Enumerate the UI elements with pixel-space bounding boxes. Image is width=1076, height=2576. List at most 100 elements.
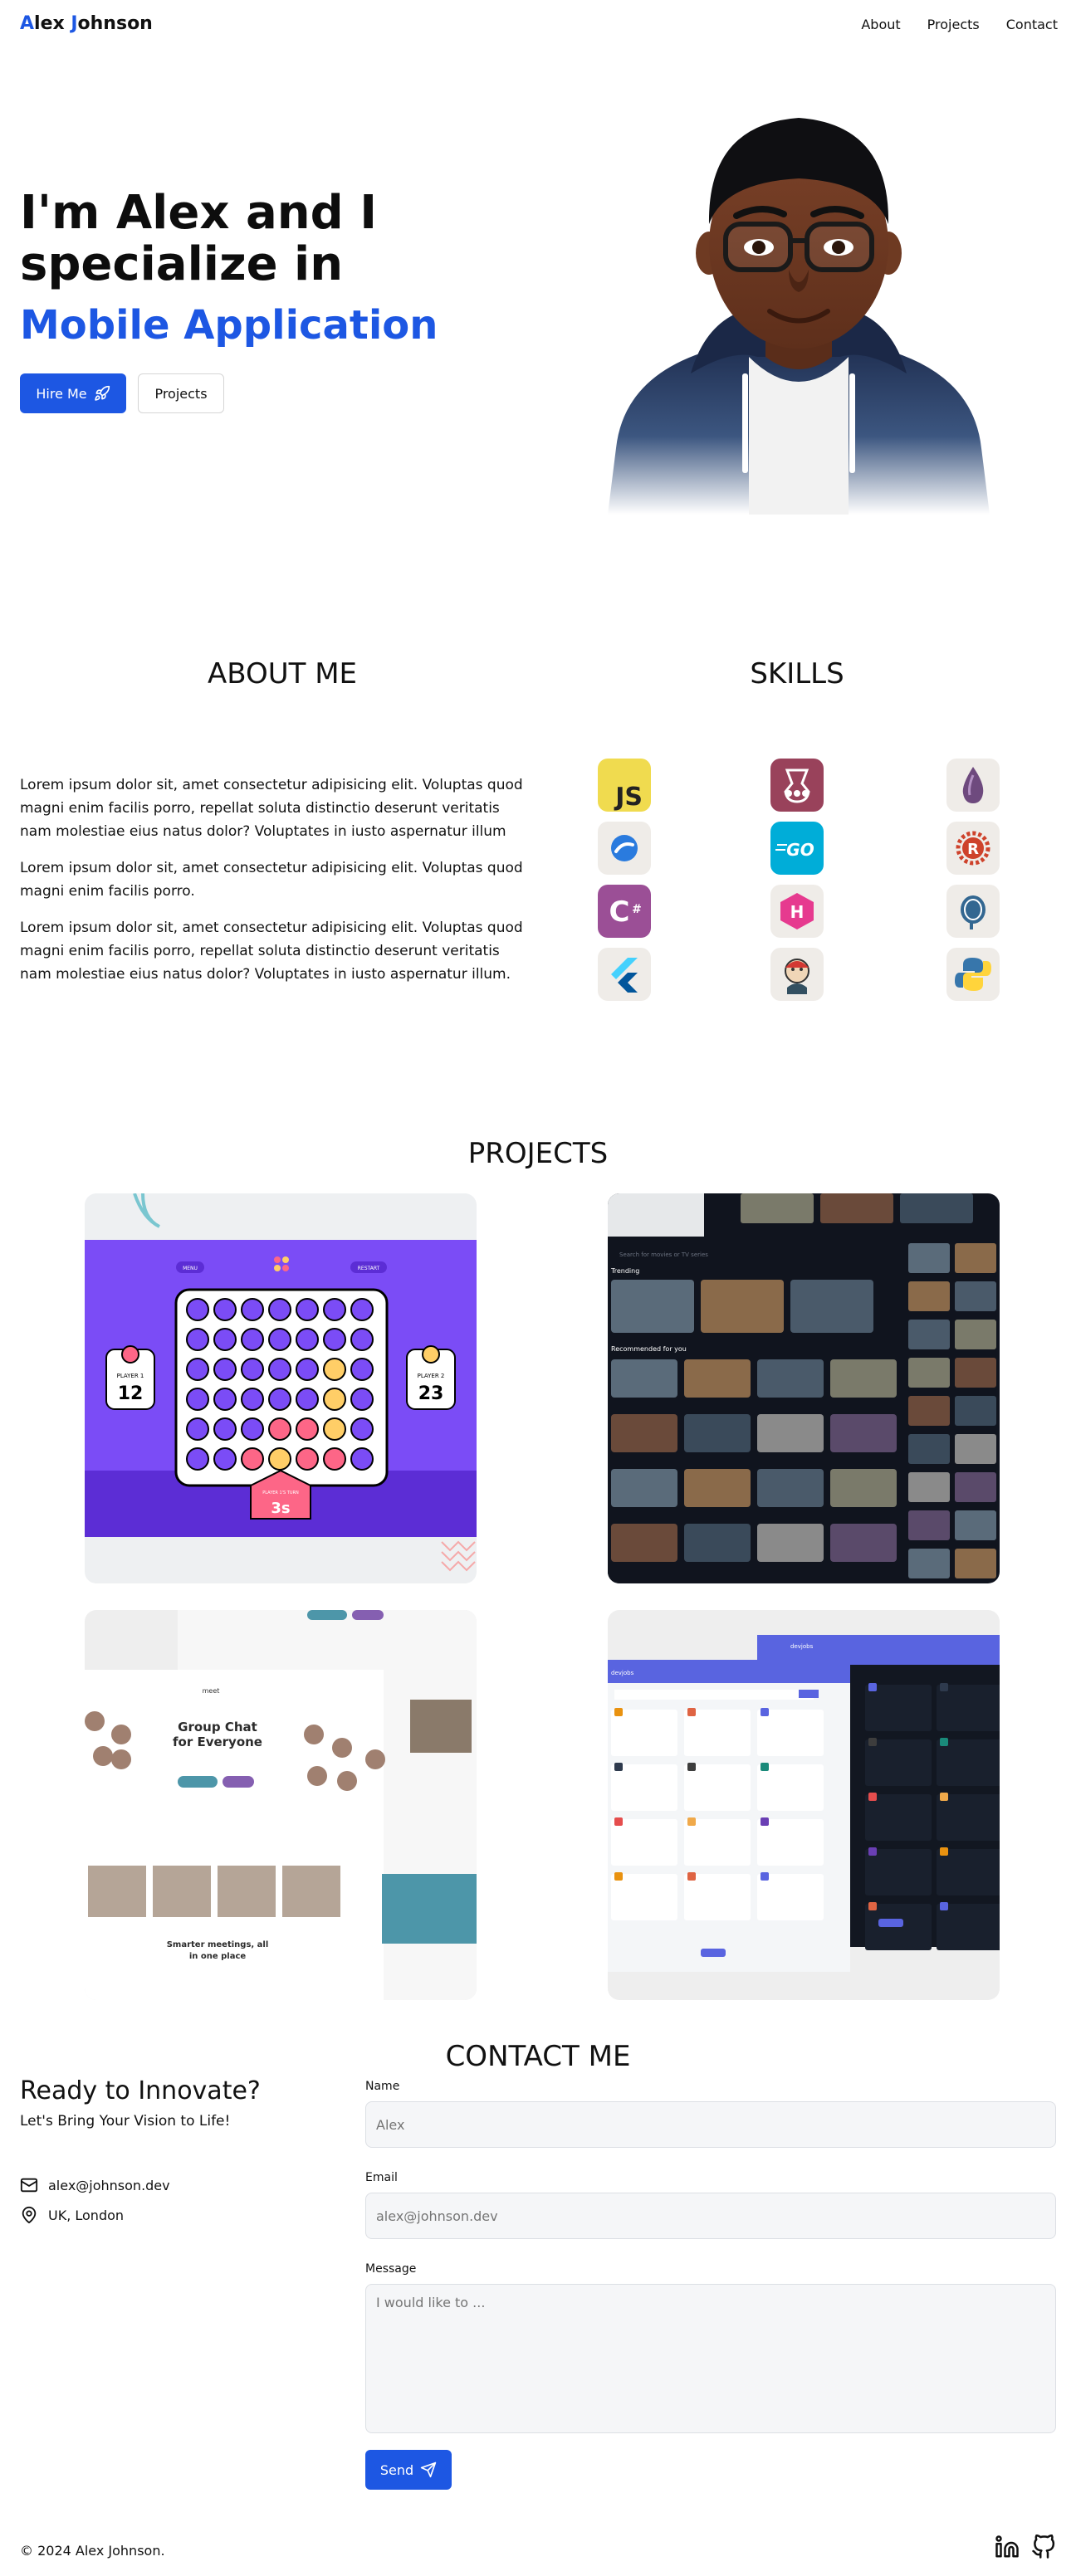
company-logo (687, 1817, 696, 1826)
skills-grid: JS GO R C # H (598, 759, 1005, 1007)
nav-links: About Projects Contact (861, 17, 1058, 32)
company-logo (614, 1872, 623, 1881)
go-icon: GO (770, 822, 824, 875)
top-thumbnail (900, 1193, 973, 1223)
recommended-thumbnail (611, 1414, 677, 1452)
side-thumbnail (955, 1243, 996, 1273)
nav-projects-link[interactable]: Projects (927, 17, 980, 32)
board-disc (186, 1358, 209, 1381)
board-disc (323, 1328, 346, 1351)
company-logo (687, 1872, 696, 1881)
rocket-icon (94, 385, 110, 401)
job-card (757, 1710, 824, 1756)
projects-title: PROJECTS (467, 1137, 609, 1170)
company-logo (940, 1738, 948, 1746)
connect-four-screenshot: MENU RESTART PLAYER 1 12 PLAYER 2 23 PLA… (85, 1193, 477, 1572)
side-thumbnail (955, 1320, 996, 1349)
email-input[interactable] (365, 2193, 1056, 2239)
send-icon (420, 2461, 437, 2478)
send-button[interactable]: Send (365, 2450, 452, 2490)
name-label: Name (365, 2080, 400, 2093)
contact-subheading: Let's Bring Your Vision to Life! (20, 2113, 231, 2130)
jest-icon (770, 759, 824, 812)
trending-thumbnail (701, 1280, 784, 1333)
side-thumbnail (955, 1396, 996, 1426)
side-thumbnail (908, 1396, 950, 1426)
board-disc (186, 1417, 209, 1441)
meet-avatar (93, 1746, 113, 1766)
top-nav: Alex Johnson About Projects Contact (0, 0, 1076, 51)
brand-logo[interactable]: Alex Johnson (20, 13, 153, 34)
company-logo (940, 1793, 948, 1801)
board-disc (213, 1298, 237, 1321)
board-disc (323, 1417, 346, 1441)
project-card-devjobs[interactable]: devjobs devjobs (608, 1610, 1000, 2000)
job-card-dark (937, 1794, 1000, 1841)
company-logo (868, 1847, 877, 1856)
mail-icon (20, 2178, 38, 2193)
svg-text:#: # (632, 903, 642, 916)
meet-photo (218, 1866, 276, 1917)
recommended-thumbnail (757, 1524, 824, 1562)
nav-contact-link[interactable]: Contact (1006, 17, 1058, 32)
recommended-thumbnail (611, 1524, 677, 1562)
job-card (757, 1764, 824, 1811)
recommended-thumbnail (757, 1359, 824, 1398)
projects-button[interactable]: Projects (138, 373, 224, 413)
hack-icon: H (770, 885, 824, 938)
svg-text:H: H (790, 902, 805, 922)
nav-about-link[interactable]: About (861, 17, 900, 32)
hire-me-button[interactable]: Hire Me (20, 373, 126, 413)
project-card-meet[interactable]: meet Group Chat for Everyone Smarter mee… (85, 1610, 477, 2000)
contact-title: CONTACT ME (445, 2040, 631, 2073)
company-logo (940, 1902, 948, 1910)
board-disc (268, 1298, 291, 1321)
meet-photo (88, 1866, 146, 1917)
company-logo (761, 1708, 769, 1716)
board-disc (323, 1298, 346, 1321)
job-card (684, 1874, 751, 1920)
contact-email: alex@johnson.dev (20, 2176, 170, 2194)
job-card (684, 1819, 751, 1866)
devjobs-brand-dark: devjobs (790, 1643, 814, 1650)
board-disc (350, 1447, 374, 1471)
company-logo (868, 1793, 877, 1801)
map-pin-icon (22, 2206, 37, 2224)
board-disc (186, 1447, 209, 1471)
company-logo (687, 1763, 696, 1771)
board-disc (213, 1328, 237, 1351)
recommended-thumbnail (684, 1524, 751, 1562)
movie-search-placeholder: Search for movies or TV series (619, 1251, 708, 1258)
meet-screenshot: meet Group Chat for Everyone Smarter mee… (85, 1610, 477, 2000)
recommended-thumbnail (830, 1469, 897, 1507)
player1-label: PLAYER 1 (117, 1373, 144, 1379)
recommended-thumbnail (611, 1359, 677, 1398)
message-textarea[interactable] (365, 2284, 1056, 2433)
about-paragraph: Lorem ipsum dolor sit, amet consectetur … (20, 860, 523, 900)
python-icon (946, 948, 1000, 1001)
about-text: Lorem ipsum dolor sit, amet consectetur … (20, 773, 535, 999)
side-thumbnail (908, 1320, 950, 1349)
board-disc (296, 1417, 319, 1441)
board-disc (350, 1298, 374, 1321)
avatar-illustration (608, 118, 990, 515)
job-card-dark (937, 1849, 1000, 1895)
side-thumbnail (955, 1472, 996, 1502)
name-input[interactable] (365, 2101, 1056, 2148)
board-disc (296, 1388, 319, 1411)
company-logo (614, 1763, 623, 1771)
github-icon[interactable] (1031, 2535, 1056, 2559)
csharp-icon: C # (598, 885, 651, 938)
board-disc (296, 1447, 319, 1471)
board-disc (186, 1388, 209, 1411)
linkedin-icon[interactable] (995, 2535, 1020, 2559)
rust-icon: R (946, 822, 1000, 875)
company-logo (761, 1872, 769, 1881)
project-card-entertainment[interactable]: Search for movies or TV series Trending … (608, 1193, 1000, 1583)
project-card-connect-four[interactable]: MENU RESTART PLAYER 1 12 PLAYER 2 23 PLA… (85, 1193, 477, 1583)
board-disc (213, 1358, 237, 1381)
turn-label: PLAYER 1'S TURN (262, 1490, 299, 1495)
side-thumbnail (955, 1434, 996, 1464)
board-disc (241, 1328, 264, 1351)
about-title: ABOUT ME (207, 657, 358, 690)
